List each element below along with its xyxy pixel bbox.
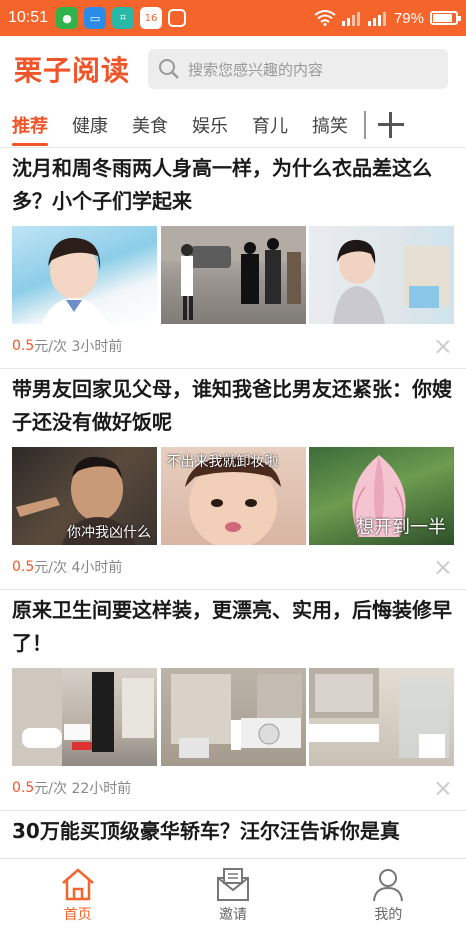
scan-icon: ⌗: [112, 7, 135, 29]
wifi-icon: [314, 10, 336, 26]
status-bar: 10:51 ● ▭ ⌗ 16 79%: [0, 0, 466, 36]
article-time: 4小时前: [71, 560, 123, 576]
signal-icon: [341, 12, 360, 26]
app-header: 栗子阅读 搜索您感兴趣的内容: [0, 36, 466, 102]
nav-invite[interactable]: 邀请: [155, 859, 310, 931]
clean-icon: [168, 9, 187, 27]
search-placeholder: 搜索您感兴趣的内容: [188, 60, 324, 79]
image-caption: 你冲我凶什么: [67, 525, 151, 541]
article-item[interactable]: 带男友回家见父母，谁知我爸比男友还紧张：你嫂子还没有做好饭呢 你冲我凶什么 不出…: [0, 369, 466, 590]
calendar-icon: 16: [140, 7, 163, 29]
article-price-unit: 元/次: [34, 339, 67, 355]
article-price: 0.5: [12, 780, 35, 796]
tab-funny[interactable]: 搞笑: [300, 102, 360, 148]
article-image[interactable]: [309, 226, 454, 324]
article-meta: 0.5 元/次 3小时前: [12, 324, 454, 368]
image-caption: 想开到一半: [356, 517, 446, 538]
article-image[interactable]: [12, 226, 157, 324]
close-icon[interactable]: [436, 339, 450, 353]
tab-recommend[interactable]: 推荐: [0, 102, 60, 148]
search-input[interactable]: 搜索您感兴趣的内容: [148, 49, 449, 89]
article-time: 3小时前: [71, 339, 123, 355]
app-logo: 栗子阅读: [14, 54, 131, 87]
article-image[interactable]: [12, 668, 157, 766]
article-image[interactable]: [160, 226, 306, 324]
nav-invite-label: 邀请: [218, 907, 247, 923]
tab-divider: [364, 110, 366, 139]
status-time: 10:51: [8, 9, 49, 26]
add-category-icon[interactable]: [376, 110, 406, 140]
article-meta: 0.5 元/次 4小时前: [12, 545, 454, 589]
battery-icon: [430, 11, 461, 25]
profile-icon: [373, 869, 404, 902]
battery-percent: 79%: [393, 9, 424, 27]
article-price-unit: 元/次: [34, 560, 67, 576]
article-price: 0.5: [12, 338, 35, 354]
signal-icon-2: [367, 12, 386, 26]
search-icon: [159, 59, 179, 79]
article-image[interactable]: 你冲我凶什么: [12, 447, 157, 545]
article-feed: 沈月和周冬雨两人身高一样，为什么衣品差这么多？小个子们学起来 0.5 元/次 3…: [0, 148, 466, 858]
article-price: 0.5: [12, 559, 35, 575]
article-title[interactable]: 沈月和周冬雨两人身高一样，为什么衣品差这么多？小个子们学起来: [12, 148, 454, 224]
category-tabs: 推荐 健康 美食 娱乐 育儿 搞笑: [0, 102, 466, 148]
close-icon[interactable]: [436, 781, 450, 795]
tab-parenting[interactable]: 育儿: [240, 102, 300, 148]
nav-profile-label: 我的: [374, 907, 403, 923]
message-icon: ▭: [84, 7, 107, 29]
article-time: 22小时前: [71, 781, 132, 797]
invite-envelope-icon: [216, 868, 249, 901]
article-image[interactable]: [160, 668, 306, 766]
tab-food[interactable]: 美食: [120, 102, 180, 148]
article-image[interactable]: 不出来我就卸妆啦: [160, 447, 306, 545]
article-price-unit: 元/次: [34, 781, 67, 797]
article-image[interactable]: [309, 668, 454, 766]
article-title[interactable]: 30万能买顶级豪华轿车？汪尔汪告诉你是真: [12, 811, 454, 858]
home-icon: [61, 868, 94, 901]
article-title[interactable]: 原来卫生间要这样装，更漂亮、实用，后悔装修早了！: [12, 590, 454, 666]
nav-home[interactable]: 首页: [0, 859, 155, 931]
close-icon[interactable]: [436, 560, 450, 574]
article-title[interactable]: 带男友回家见父母，谁知我爸比男友还紧张：你嫂子还没有做好饭呢: [12, 369, 454, 445]
article-item[interactable]: 原来卫生间要这样装，更漂亮、实用，后悔装修早了！ 0.5 元/次 22小时前: [0, 590, 466, 811]
image-caption: 不出来我就卸妆啦: [166, 454, 279, 470]
article-meta: 0.5 元/次 22小时前: [12, 766, 454, 810]
tab-health[interactable]: 健康: [60, 102, 120, 148]
nav-profile[interactable]: 我的: [311, 859, 466, 931]
article-item[interactable]: 沈月和周冬雨两人身高一样，为什么衣品差这么多？小个子们学起来 0.5 元/次 3…: [0, 148, 466, 369]
tab-entertainment[interactable]: 娱乐: [180, 102, 240, 148]
wechat-icon: ●: [56, 7, 79, 29]
article-item[interactable]: 30万能买顶级豪华轿车？汪尔汪告诉你是真: [0, 811, 466, 858]
bottom-navigation: 首页 邀请 我的: [0, 858, 466, 931]
nav-home-label: 首页: [63, 907, 92, 923]
article-image[interactable]: 想开到一半: [309, 447, 454, 545]
